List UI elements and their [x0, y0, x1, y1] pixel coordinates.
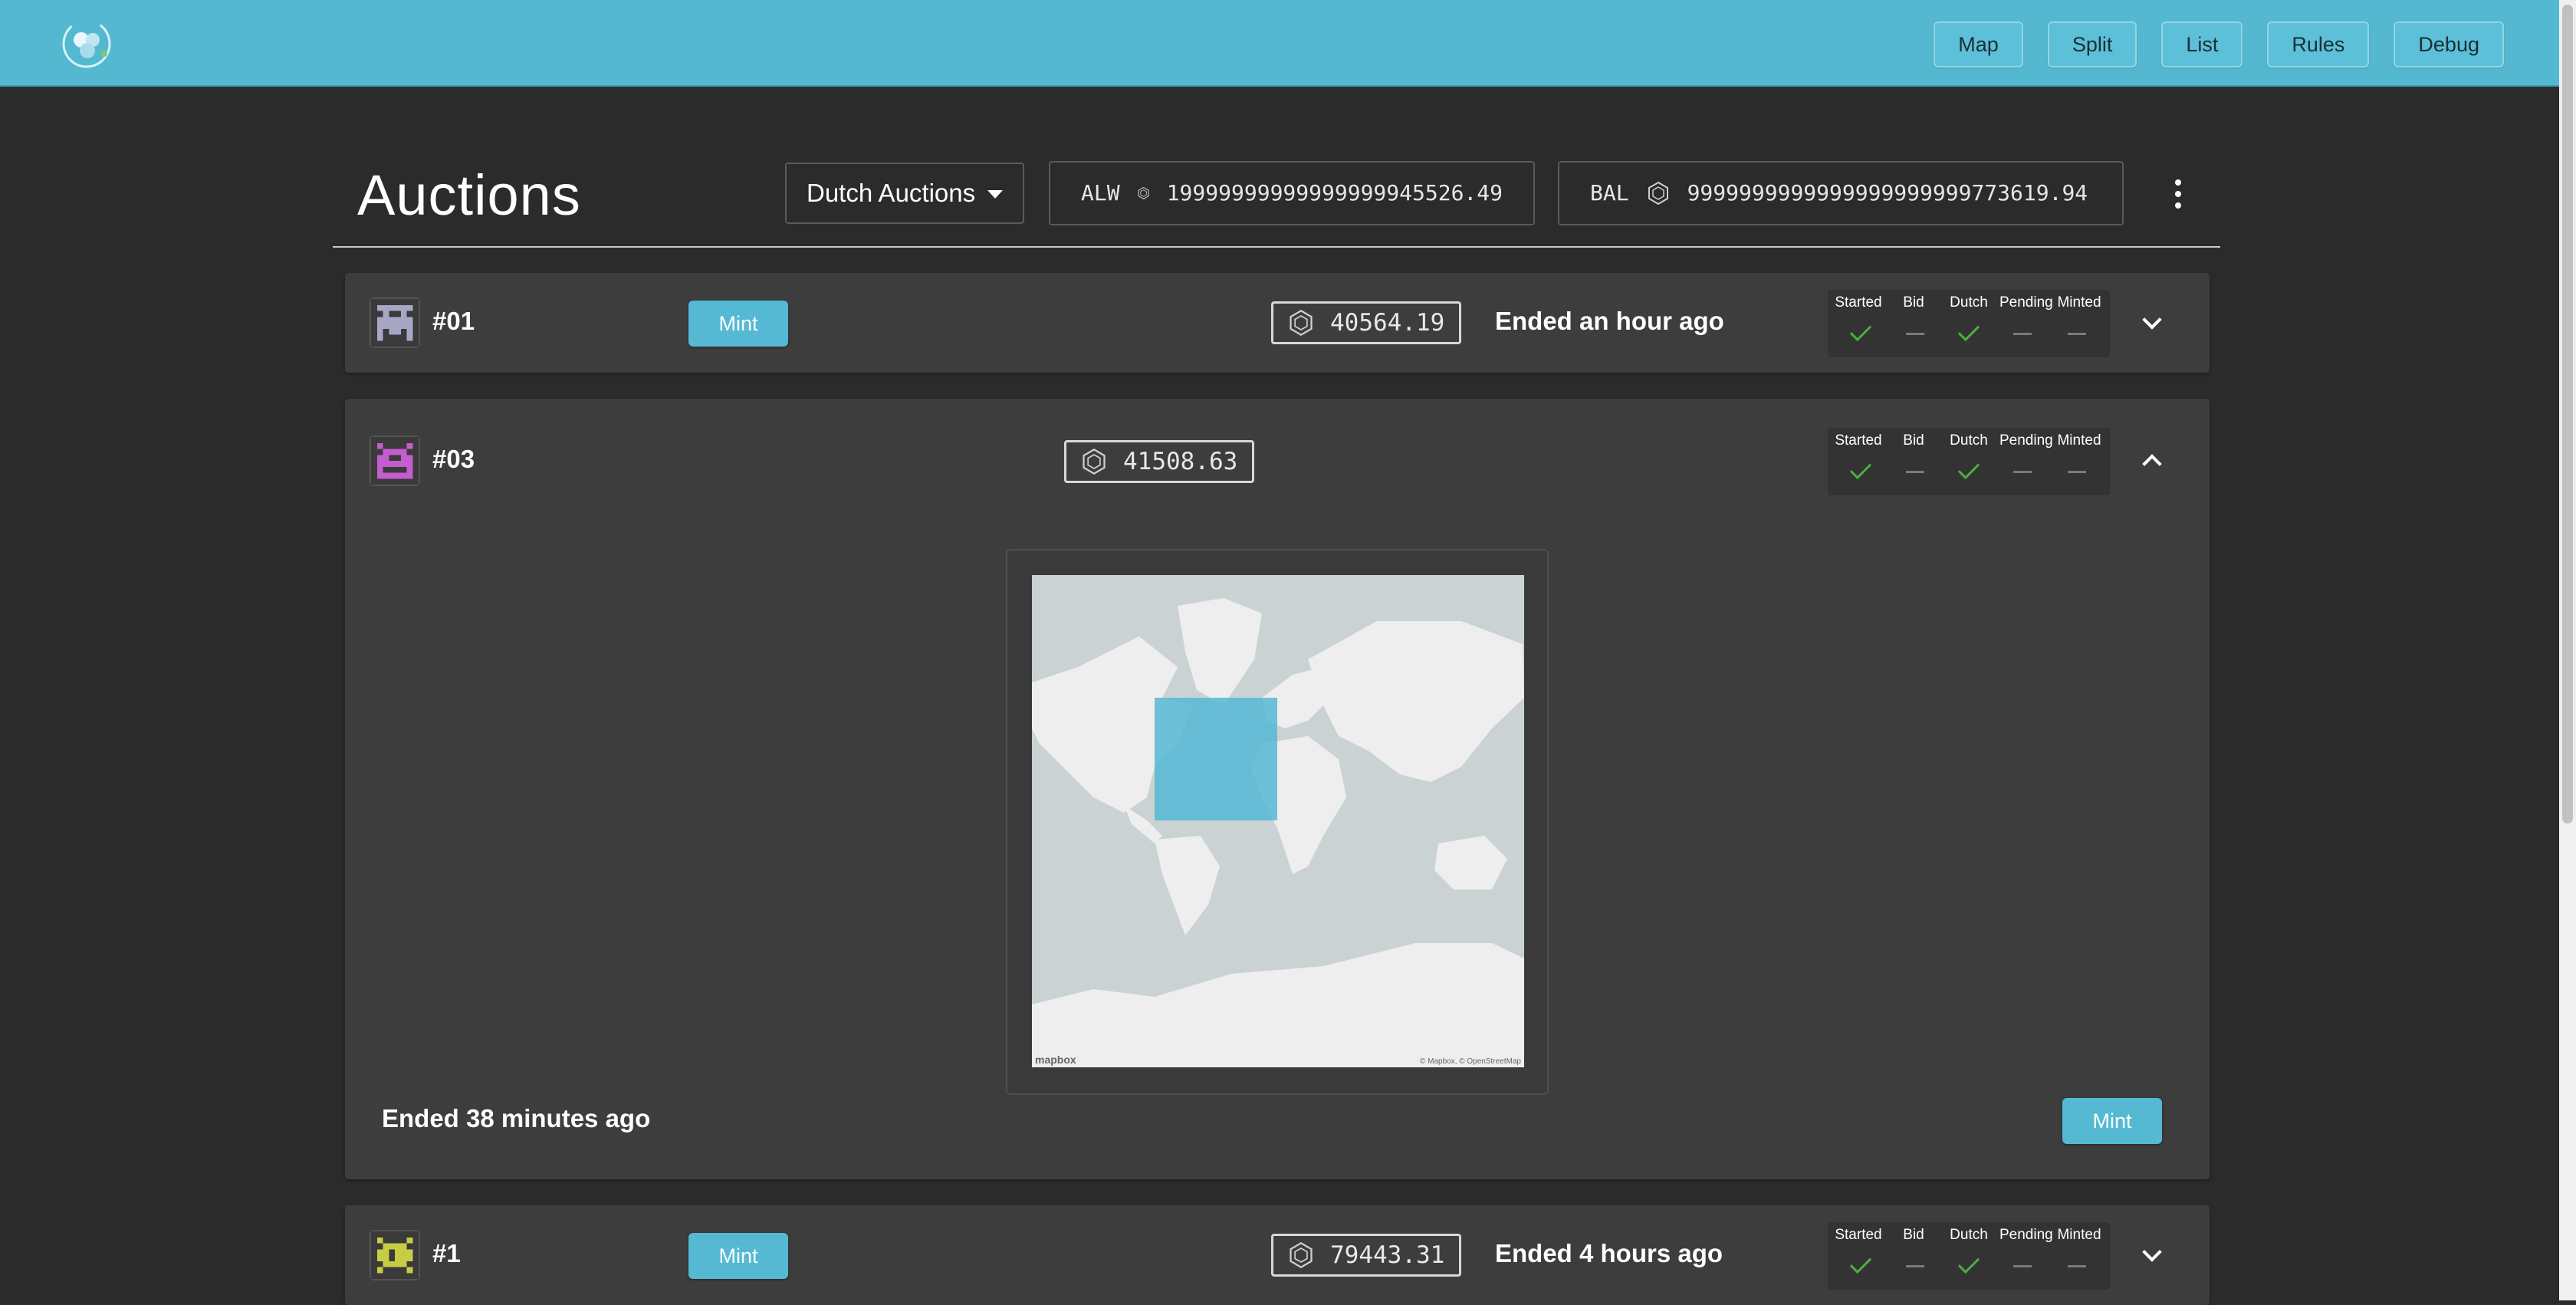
auction-card-expanded[interactable]: #03 41508.63 Started Bid Dutch Pending M… — [345, 399, 2210, 1179]
page-scrollbar[interactable] — [2559, 0, 2576, 1300]
status-header-bid: Bid — [1903, 1227, 1924, 1243]
coin-icon — [1083, 448, 1106, 475]
top-nav-bar: Map Split List Rules Debug — [0, 0, 2559, 87]
bal-amount: 9999999999999999999999773619.94 — [1687, 180, 2088, 205]
auction-card[interactable]: #01 Mint 40564.19 Ended an hour ago Star… — [345, 273, 2210, 373]
check-icon — [1957, 457, 1980, 479]
dash-icon — [1905, 471, 1924, 474]
auction-type-select-value: Dutch Auctions — [807, 179, 976, 207]
status-header-started: Started — [1835, 432, 1882, 449]
status-header-pending: Pending — [1999, 1227, 2053, 1243]
mint-button[interactable]: Mint — [2062, 1098, 2162, 1144]
header-divider — [333, 246, 2220, 248]
mint-button[interactable]: Mint — [688, 1233, 788, 1279]
check-icon — [1957, 319, 1980, 341]
mint-button[interactable]: Mint — [688, 301, 788, 347]
alw-balance: ALW 19999999999999999945526.49 — [1049, 161, 1535, 225]
alw-amount: 19999999999999999945526.49 — [1166, 180, 1503, 205]
map-attribution[interactable]: © Mapbox, © OpenStreetMap — [1420, 1057, 1521, 1066]
dash-icon — [2067, 1265, 2086, 1268]
nav-menu: Map Split List Rules Debug — [1934, 21, 2504, 67]
status-header-dutch: Dutch — [1950, 432, 1988, 449]
nav-split-button[interactable]: Split — [2047, 21, 2137, 67]
coin-icon — [1290, 1241, 1313, 1269]
status-table: Started Bid Dutch Pending Minted — [1828, 290, 2110, 357]
price-badge: 40564.19 — [1271, 301, 1461, 344]
status-header-started: Started — [1835, 294, 1882, 311]
status-header-bid: Bid — [1903, 432, 1924, 449]
coin-icon — [1138, 186, 1149, 200]
status-header-minted: Minted — [2057, 432, 2101, 449]
page-title: Auctions — [357, 163, 581, 227]
chevron-up-icon[interactable] — [2139, 446, 2165, 472]
ended-time: Ended 4 hours ago — [1495, 1239, 1723, 1267]
caret-down-icon — [987, 190, 1003, 199]
status-header-dutch: Dutch — [1950, 294, 1988, 311]
dash-icon — [2067, 471, 2086, 474]
token-avatar-icon — [370, 436, 420, 486]
price-badge: 79443.31 — [1271, 1234, 1461, 1277]
check-icon — [1957, 1251, 1980, 1274]
price-value: 40564.19 — [1330, 309, 1445, 337]
status-table: Started Bid Dutch Pending Minted — [1828, 1222, 2110, 1290]
status-header-dutch: Dutch — [1950, 1227, 1988, 1243]
dash-icon — [2067, 333, 2086, 336]
auction-type-select[interactable]: Dutch Auctions — [785, 163, 1024, 224]
nav-map-button[interactable]: Map — [1934, 21, 2023, 67]
dash-icon — [1905, 333, 1924, 336]
status-header-bid: Bid — [1903, 294, 1924, 311]
dash-icon — [2013, 1265, 2032, 1268]
price-badge: 41508.63 — [1064, 440, 1254, 483]
status-table: Started Bid Dutch Pending Minted — [1828, 428, 2110, 495]
world-map-graphic — [1032, 575, 1524, 1067]
app-logo-icon[interactable] — [60, 17, 113, 71]
more-options-icon[interactable] — [2167, 176, 2190, 210]
nav-debug-button[interactable]: Debug — [2394, 21, 2504, 67]
chevron-down-icon[interactable] — [2139, 1242, 2165, 1268]
ended-time: Ended 38 minutes ago — [382, 1104, 651, 1132]
token-avatar-icon — [370, 1230, 420, 1280]
nav-list-button[interactable]: List — [2161, 21, 2243, 67]
status-header-minted: Minted — [2057, 1227, 2101, 1243]
auction-card[interactable]: #1 Mint 79443.31 Ended 4 hours ago Start… — [345, 1205, 2210, 1305]
bal-balance: BAL 9999999999999999999999773619.94 — [1558, 161, 2124, 225]
auction-name: #1 — [432, 1239, 461, 1267]
price-value: 79443.31 — [1330, 1241, 1445, 1269]
status-header-pending: Pending — [1999, 432, 2053, 449]
dash-icon — [2013, 333, 2032, 336]
status-header-pending: Pending — [1999, 294, 2053, 311]
status-header-started: Started — [1835, 1227, 1882, 1243]
coin-icon — [1290, 309, 1313, 337]
check-icon — [1850, 1251, 1872, 1274]
ended-time: Ended an hour ago — [1495, 307, 1724, 335]
check-icon — [1850, 319, 1872, 341]
check-icon — [1850, 457, 1872, 479]
chevron-down-icon[interactable] — [2139, 310, 2165, 336]
dash-icon — [1905, 1265, 1924, 1268]
bal-symbol: BAL — [1590, 180, 1629, 205]
map-frame: mapbox © Mapbox, © OpenStreetMap — [1006, 549, 1549, 1095]
location-map[interactable]: mapbox © Mapbox, © OpenStreetMap — [1032, 575, 1524, 1067]
coin-icon — [1648, 181, 1668, 205]
nav-rules-button[interactable]: Rules — [2267, 21, 2370, 67]
price-value: 41508.63 — [1123, 448, 1238, 475]
scrollbar-thumb[interactable] — [2562, 5, 2573, 823]
dash-icon — [2013, 471, 2032, 474]
mapbox-logo[interactable]: mapbox — [1035, 1054, 1076, 1066]
auction-name: #01 — [432, 307, 475, 335]
status-header-minted: Minted — [2057, 294, 2101, 311]
token-avatar-icon — [370, 297, 420, 348]
auction-name: #03 — [432, 445, 475, 473]
alw-symbol: ALW — [1081, 180, 1120, 205]
